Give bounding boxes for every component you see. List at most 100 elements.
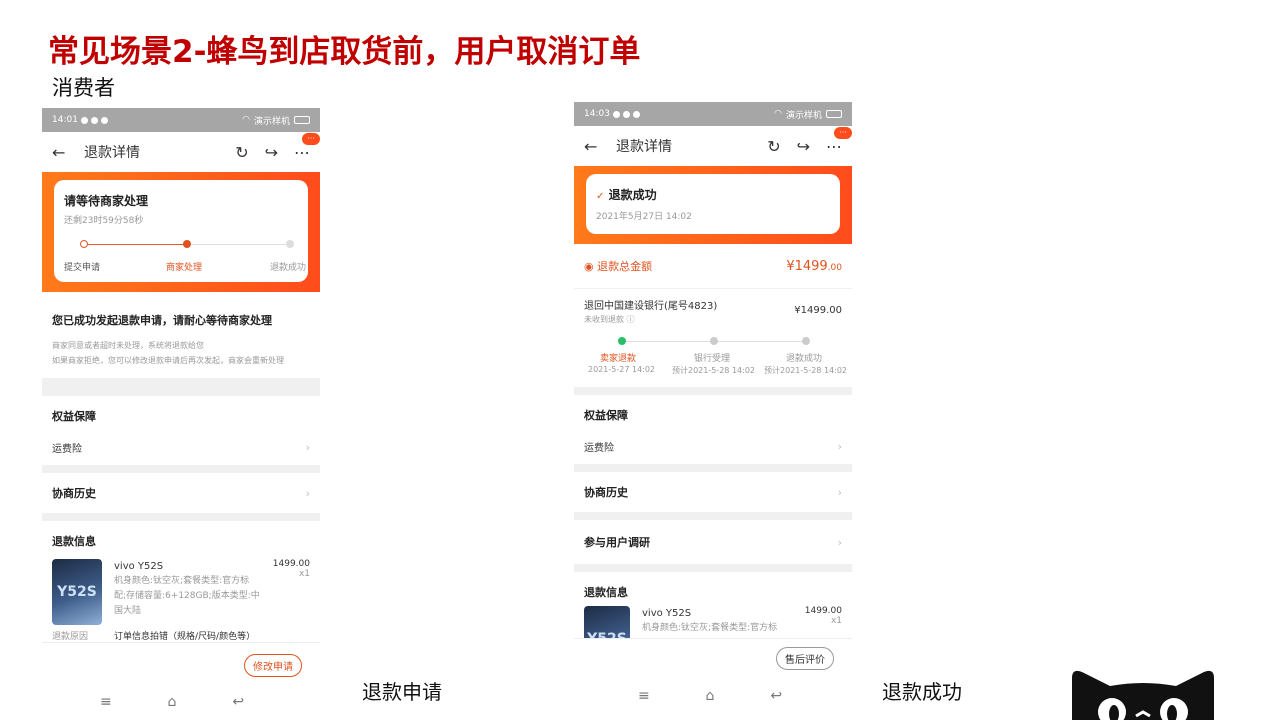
menu-icon[interactable]: ≡ (638, 688, 650, 704)
step-node-submitted (80, 240, 88, 248)
refresh-icon[interactable]: ↻ (235, 143, 248, 162)
refund-total-label: ◉ 退款总金额 (584, 258, 652, 274)
home-icon[interactable]: ⌂ (168, 694, 177, 710)
step-label-success: 退款成功 (270, 263, 307, 273)
product-price: 1499.00 (272, 559, 310, 569)
product-price: 1499.00 (804, 606, 842, 616)
history-label: 协商历史 (52, 487, 96, 500)
status-title-text: 退款成功 (608, 188, 657, 202)
refresh-icon[interactable]: ↻ (767, 137, 780, 156)
refund-total-cents: .00 (827, 262, 842, 273)
divider (42, 513, 320, 521)
return-icon[interactable]: ↩ (770, 688, 782, 704)
status-banner: 请等待商家处理 还剩23时59分58秒 提交申请 商家处理 退款成功 (42, 172, 320, 292)
refund-total-label-text: 退款总金额 (597, 260, 653, 273)
product-name: vivo Y52S (114, 561, 164, 572)
chevron-right-icon: › (305, 441, 310, 454)
not-received-link[interactable]: 未收到退款 ⓘ (584, 314, 717, 325)
product-price-block: 1499.00 x1 (273, 559, 310, 625)
chevron-right-icon: › (837, 485, 842, 499)
chevron-right-icon: › (837, 535, 842, 549)
reason-row: 退款原因 订单信息拍错（规格/尺码/颜色等） (42, 629, 320, 643)
chevron-right-icon: › (837, 440, 842, 453)
product-info: vivo Y52S 机身颜色:钛空灰;套餐类型:官方标配;存储容量:6+128G… (114, 559, 261, 625)
step-label-bank: 银行受理 (694, 354, 731, 364)
reason-label: 退款原因 (52, 632, 89, 642)
progress-line-todo (188, 244, 288, 245)
back-arrow-icon[interactable]: ← (584, 137, 608, 156)
message-badge: ··· (302, 132, 320, 145)
return-icon[interactable]: ↩ (232, 694, 244, 710)
product-item[interactable]: Y52S vivo Y52S 机身颜色:钛空灰;套餐类型:官方标 1499.00… (574, 606, 852, 640)
status-time: 14:01 (52, 115, 78, 125)
step-label-seller: 卖家退款 (600, 354, 637, 364)
step-label-submit: 提交申请 (64, 263, 101, 273)
status-banner: ✓ 退款成功 2021年5月27日 14:02 (574, 166, 852, 244)
history-row[interactable]: 协商历史 › (574, 472, 852, 512)
bank-row: 退回中国建设银行(尾号4823) 未收到退款 ⓘ ¥1499.00 (574, 289, 852, 325)
reason-value: 订单信息拍错（规格/尺码/颜色等） (114, 632, 256, 642)
divider (574, 464, 852, 472)
back-arrow-icon[interactable]: ← (52, 143, 76, 162)
check-icon: ✓ (596, 191, 605, 202)
refund-date: 2021年5月27日 14:02 (596, 212, 692, 222)
slide-title: 常见场景2-蜂鸟到店取货前，用户取消订单 (48, 34, 641, 70)
step-label-merchant: 商家处理 (166, 263, 203, 273)
notification-icon (90, 116, 98, 124)
product-desc: 机身颜色:钛空灰;套餐类型:官方标 (642, 623, 778, 633)
notice-title: 您已成功发起退款申请，请耐心等待商家处理 (52, 314, 272, 327)
section-label: 消费者 (52, 76, 115, 100)
history-row[interactable]: 协商历史 › (42, 473, 320, 513)
divider (574, 512, 852, 520)
shipping-insurance-label: 运费险 (52, 444, 82, 455)
product-desc: 机身颜色:钛空灰;套餐类型:官方标配;存储容量:6+128GB;版本类型:中国大… (114, 576, 260, 616)
step-node-current (183, 240, 191, 248)
survey-label: 参与用户调研 (584, 536, 650, 549)
product-price-block: 1499.00 x1 (805, 606, 842, 636)
notification-icon (632, 110, 640, 118)
protect-section: 权益保障 (574, 395, 852, 423)
more-icon[interactable]: ⋯ ··· (826, 126, 852, 156)
step-label-success: 退款成功 (786, 354, 823, 364)
share-icon[interactable]: ↪ (265, 143, 278, 162)
shipping-insurance-label: 运费险 (584, 443, 614, 454)
refund-info-section: 退款信息 (42, 521, 320, 555)
survey-row[interactable]: 参与用户调研 › (574, 520, 852, 564)
wifi-icon: ◠ (774, 109, 782, 119)
protect-title: 权益保障 (584, 409, 628, 422)
wifi-icon: ◠ (242, 115, 250, 125)
battery-icon (294, 116, 310, 124)
notice-line-2: 如果商家拒绝，您可以修改退款申请后再次发起，商家会重新处理 (52, 356, 284, 365)
history-label: 协商历史 (584, 486, 628, 499)
page-title: 退款详情 (616, 139, 672, 155)
caption-refund-request: 退款申请 (362, 680, 442, 704)
protect-title: 权益保障 (52, 410, 96, 423)
status-card: ✓ 退款成功 2021年5月27日 14:02 (586, 174, 840, 234)
shipping-insurance-row[interactable]: 运费险 › (574, 423, 852, 464)
menu-icon[interactable]: ≡ (100, 694, 112, 710)
home-icon[interactable]: ⌂ (706, 688, 715, 704)
not-received-text: 未收到退款 (584, 315, 624, 324)
product-item[interactable]: Y52S vivo Y52S 机身颜色:钛空灰;套餐类型:官方标配;存储容量:6… (42, 555, 320, 629)
share-icon[interactable]: ↪ (797, 137, 810, 156)
after-sale-review-button[interactable]: 售后评价 (776, 647, 834, 670)
caption-refund-success: 退款成功 (882, 680, 962, 704)
status-time: 14:03 (584, 109, 610, 119)
refund-progress-steps: 卖家退款 银行受理 退款成功 2021-5-27 14:02 预计2021-5-… (574, 333, 852, 387)
chevron-right-icon: › (305, 486, 310, 500)
shipping-insurance-row[interactable]: 运费险 › (42, 424, 320, 465)
modify-request-button[interactable]: 修改申请 (244, 654, 302, 677)
refund-total-value: ¥1499.00 (786, 259, 842, 274)
bank-info: 退回中国建设银行(尾号4823) 未收到退款 ⓘ (584, 297, 717, 325)
carrier-label: 演示样机 (785, 110, 822, 121)
status-title: ✓ 退款成功 (596, 186, 830, 203)
more-icon[interactable]: ⋯ ··· (294, 132, 320, 162)
progress-line-done (84, 244, 184, 245)
message-badge: ··· (834, 126, 852, 139)
step-node-pending (710, 337, 718, 345)
step-node-pending (286, 240, 294, 248)
refund-info-title: 退款信息 (584, 586, 628, 599)
tmall-cat-logo (1072, 670, 1214, 720)
refund-total-amount: ¥1499 (786, 258, 828, 274)
bank-amount: ¥1499.00 (794, 305, 842, 316)
